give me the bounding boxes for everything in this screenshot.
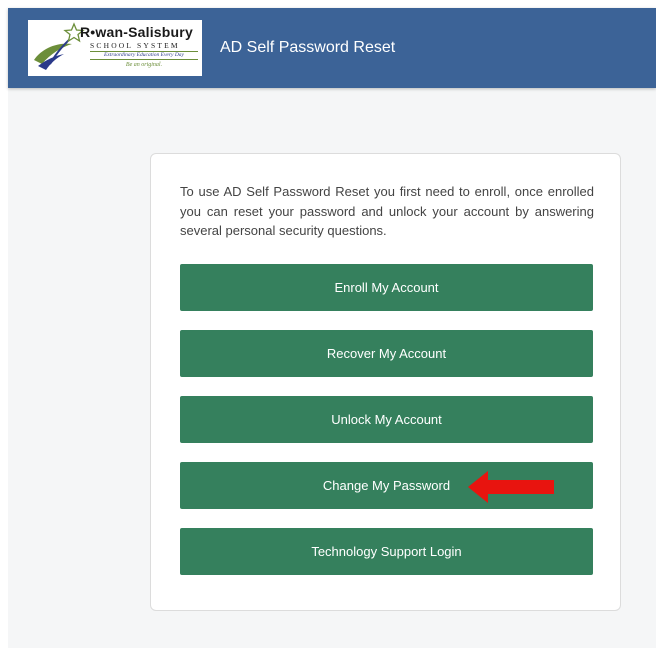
app-title: AD Self Password Reset [220, 39, 396, 56]
logo-subtitle: SCHOOL SYSTEM [90, 41, 180, 50]
intro-text: To use AD Self Password Reset you first … [180, 184, 594, 238]
technology-support-login-button[interactable]: Technology Support Login [180, 528, 593, 575]
logo-name: R•wan-Salisbury [80, 24, 193, 40]
school-logo[interactable]: R•wan-Salisbury SCHOOL SYSTEM Extraordin… [28, 20, 202, 76]
arrow-left-icon [468, 471, 554, 503]
main-card: To use AD Self Password Reset you first … [150, 153, 621, 611]
enroll-account-button[interactable]: Enroll My Account [180, 264, 593, 311]
recover-account-button[interactable]: Recover My Account [180, 330, 593, 377]
unlock-account-button[interactable]: Unlock My Account [180, 396, 593, 443]
logo-motto: Be an original. [125, 62, 163, 68]
header-bar: R•wan-Salisbury SCHOOL SYSTEM Extraordin… [8, 8, 656, 88]
logo-tagline: Extraordinary Education Every Day [90, 51, 198, 60]
